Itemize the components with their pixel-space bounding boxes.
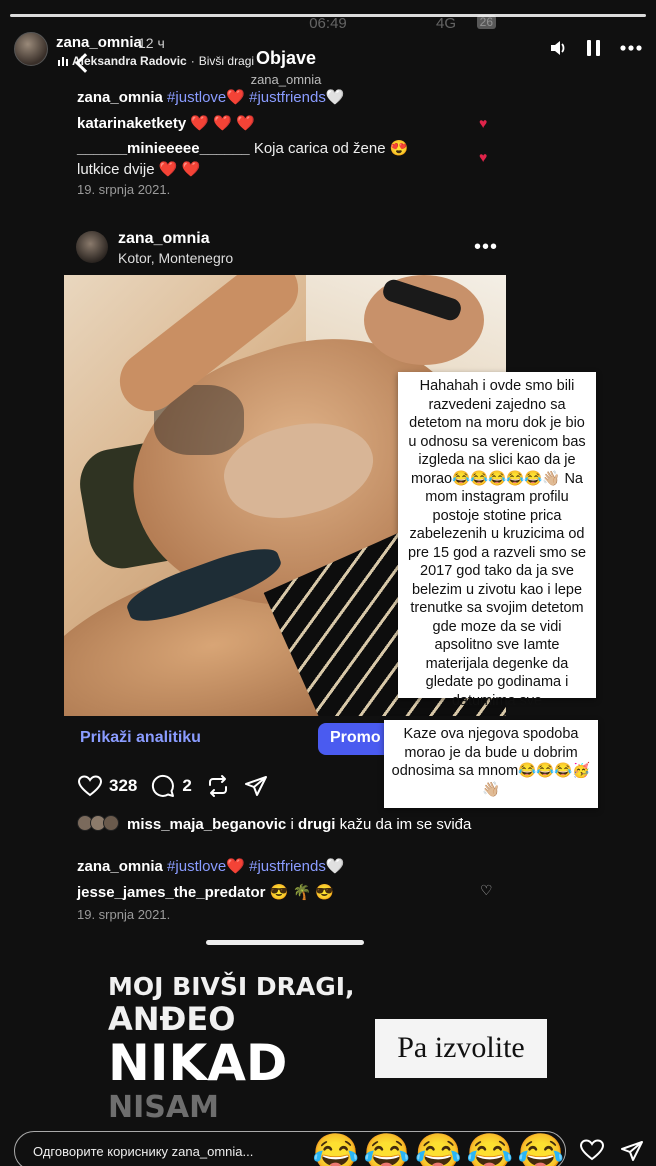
reaction-emoji[interactable]: 😂 [363,1132,410,1166]
reaction-emoji[interactable]: 😂 [466,1132,513,1166]
liked-by-and: i [290,816,294,833]
comment: katarinaketkety ❤️ ❤️ ❤️ [77,115,255,132]
post-username[interactable]: zana_omnia [118,230,210,248]
battery-indicator: 26 [476,15,496,29]
home-indicator [206,940,364,945]
network-indicator: 4G [435,15,456,32]
quick-reactions: 😂 😂 😂 😂 😂 [312,1132,565,1166]
status-bar: 06:49 4G 26 [0,15,656,32]
page-subtitle: zana_omnia [250,72,322,87]
comment-like-heart-icon[interactable]: ♡ [480,882,493,899]
prev-caption: zana_omnia #justlove❤️ #justfriends🤍 [77,89,345,106]
text-note: Hahahah i ovde smo bili razvedeni zajedn… [398,372,596,709]
post-location[interactable]: Kotor, Montenegro [118,250,233,266]
share-icon[interactable] [620,1139,644,1163]
liked-by-suffix: kažu da im se sviđa [339,816,472,833]
comment-count[interactable]: 2 [182,776,191,796]
promo-line: ANĐEO [108,1000,236,1038]
share-icon[interactable] [244,774,268,798]
post-caption: zana_omnia #justlove❤️ #justfriends🤍 [77,858,345,875]
post-date: 19. srpnja 2021. [77,907,171,922]
comment: ______minieeeee______ Koja carica od žen… [77,140,409,178]
promo-line: NIKAD [108,1034,288,1092]
text-note: Kaze ova njegova spodoba morao je da bud… [384,720,598,808]
promo-line: MOJ BIVŠI DRAGI, [108,972,355,1001]
comment-like-heart-icon[interactable]: ♥ [479,149,487,165]
liked-by-others[interactable]: drugi [298,816,336,833]
post-date: 19. srpnja 2021. [77,182,171,197]
liker-avatars [77,814,121,832]
liked-by-row[interactable]: miss_maja_beganovic i drugi kažu da im s… [77,814,471,835]
liked-by-user[interactable]: miss_maja_beganovic [127,816,286,833]
promo-line: NISAM [108,1090,219,1125]
reaction-emoji[interactable]: 😂 [312,1132,359,1166]
story-footer-actions [580,1139,644,1163]
post-more-icon[interactable]: ••• [474,236,498,259]
reaction-emoji[interactable]: 😂 [415,1132,462,1166]
comment-icon[interactable] [151,774,175,798]
progress-segment [10,14,646,17]
page-title: Objave [255,48,317,68]
comment: jesse_james_the_predator 😎 🌴 😎 [77,884,334,901]
story-progress-bar [10,14,646,17]
status-time: 06:49 [309,15,347,32]
repost-icon[interactable] [206,774,230,798]
heart-icon[interactable] [580,1139,604,1161]
text-sticker: Pa izvolite [375,1019,547,1078]
view-insights-link[interactable]: Prikaži analitiku [80,729,201,747]
heart-icon[interactable] [78,775,102,797]
post-actions: 328 2 [78,774,274,798]
comment-like-heart-icon[interactable]: ♥ [479,115,487,131]
avatar[interactable] [76,231,108,263]
like-count[interactable]: 328 [109,776,137,796]
reaction-emoji[interactable]: 😂 [517,1132,564,1166]
